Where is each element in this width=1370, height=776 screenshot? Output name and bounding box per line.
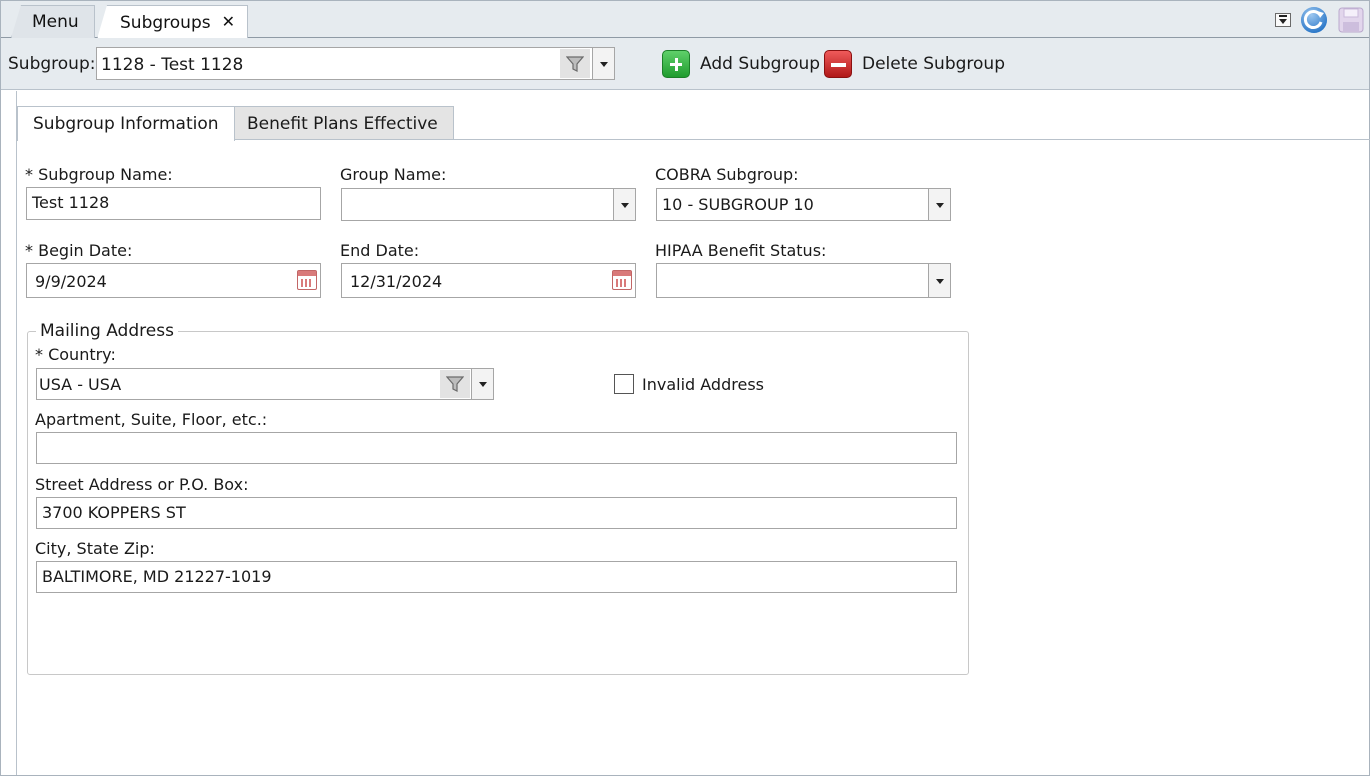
cobra-subgroup-label: COBRA Subgroup: (655, 165, 799, 184)
subgroup-name-input[interactable]: Test 1128 (26, 187, 321, 220)
tab-list-dropdown-icon[interactable] (1275, 13, 1291, 27)
mailing-address-group: Mailing Address * Country: USA - USA Inv… (27, 321, 969, 675)
subgroup-select[interactable]: 1128 - Test 1128 (96, 47, 615, 80)
group-name-dropdown-icon[interactable] (613, 189, 635, 220)
add-subgroup-label: Add Subgroup (700, 54, 821, 74)
tab-menu-label: Menu (32, 12, 79, 32)
cobra-subgroup-select[interactable]: 10 - SUBGROUP 10 (656, 188, 951, 221)
invalid-address-checkbox[interactable] (614, 374, 634, 394)
hipaa-dropdown-icon[interactable] (928, 264, 950, 297)
street-address-label: Street Address or P.O. Box: (35, 475, 249, 494)
tab-menu[interactable]: Menu (11, 5, 95, 38)
add-subgroup-button[interactable]: Add Subgroup (662, 50, 820, 78)
subgroup-name-value: Test 1128 (32, 193, 110, 212)
city-state-zip-label: City, State Zip: (35, 539, 155, 558)
tab-subgroup-information-label: Subgroup Information (33, 114, 219, 134)
hipaa-benefit-status-select[interactable] (656, 263, 951, 298)
country-value: USA - USA (39, 375, 122, 394)
end-date-value: 12/31/2024 (350, 272, 443, 291)
country-filter-icon[interactable] (440, 370, 470, 398)
street-address-value: 3700 KOPPERS ST (42, 503, 186, 522)
group-name-select[interactable] (341, 188, 636, 221)
end-date-input[interactable]: 12/31/2024 (341, 263, 636, 298)
content-area: Subgroup Information Benefit Plans Effec… (16, 91, 1370, 775)
delete-subgroup-label: Delete Subgroup (862, 54, 1005, 74)
apartment-label: Apartment, Suite, Floor, etc.: (35, 410, 268, 429)
country-dropdown-icon[interactable] (471, 369, 493, 399)
cobra-subgroup-dropdown-icon[interactable] (928, 189, 950, 220)
begin-date-input[interactable]: 9/9/2024 (26, 263, 321, 298)
invalid-address-label: Invalid Address (642, 375, 764, 394)
tab-benefit-plans-effective[interactable]: Benefit Plans Effective (231, 106, 454, 140)
refresh-icon[interactable] (1299, 5, 1329, 35)
subgroup-select-value: 1128 - Test 1128 (101, 55, 244, 75)
tab-subgroup-information[interactable]: Subgroup Information (17, 106, 235, 141)
document-tab-strip: Menu Subgroups ✕ (1, 1, 1369, 39)
add-icon (662, 50, 690, 78)
country-label: * Country: (35, 345, 116, 364)
group-name-label: Group Name: (340, 165, 447, 184)
close-tab-icon[interactable]: ✕ (222, 12, 235, 31)
tab-subgroups-label: Subgroups (120, 12, 211, 33)
mailing-address-legend: Mailing Address (36, 321, 178, 341)
window-actions (1275, 5, 1365, 35)
window: Menu Subgroups ✕ Subgroup: 1128 - Test 1… (0, 0, 1370, 776)
cobra-subgroup-value: 10 - SUBGROUP 10 (662, 195, 814, 214)
delete-icon (824, 50, 852, 78)
city-state-zip-value: BALTIMORE, MD 21227-1019 (42, 567, 272, 586)
calendar-icon[interactable] (297, 270, 317, 290)
apartment-input[interactable] (36, 432, 957, 464)
street-address-input[interactable]: 3700 KOPPERS ST (36, 497, 957, 529)
subgroup-name-label: * Subgroup Name: (25, 165, 173, 184)
filter-icon[interactable] (560, 49, 590, 78)
begin-date-value: 9/9/2024 (35, 272, 107, 291)
hipaa-benefit-status-label: HIPAA Benefit Status: (655, 241, 827, 260)
subgroup-toolbar: Subgroup: 1128 - Test 1128 Add Subgroup … (1, 38, 1369, 90)
city-state-zip-input[interactable]: BALTIMORE, MD 21227-1019 (36, 561, 957, 593)
tab-subgroups[interactable]: Subgroups ✕ (97, 5, 248, 39)
subgroup-label: Subgroup: (8, 54, 96, 74)
end-date-label: End Date: (340, 241, 420, 260)
country-select[interactable]: USA - USA (36, 368, 494, 400)
delete-subgroup-button[interactable]: Delete Subgroup (824, 50, 1005, 78)
begin-date-label: * Begin Date: (25, 241, 133, 260)
subgroup-dropdown-icon[interactable] (592, 48, 614, 79)
calendar-icon[interactable] (612, 270, 632, 290)
tab-benefit-plans-effective-label: Benefit Plans Effective (247, 113, 438, 134)
save-icon[interactable] (1337, 6, 1365, 34)
